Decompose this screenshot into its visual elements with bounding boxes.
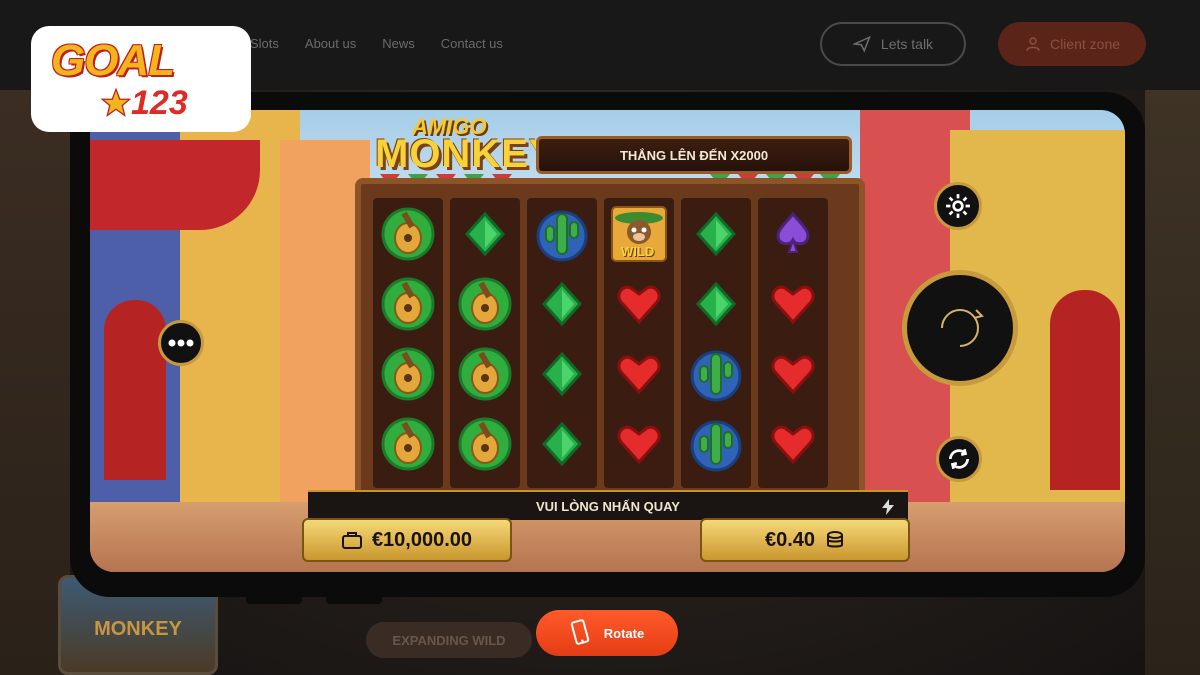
- reel-symbol-cactus: [688, 346, 744, 402]
- reel-symbol-cactus: [688, 416, 744, 472]
- logo-word: GOAL: [51, 36, 175, 85]
- phone-rotate-icon: [570, 619, 589, 645]
- rotate-label: Rotate: [603, 625, 645, 641]
- reel-frame: WILD: [355, 178, 865, 498]
- reel-symbol-heart-red: [765, 346, 821, 402]
- more-icon: [168, 339, 194, 347]
- wild-label: WILD: [621, 244, 655, 259]
- reel-symbol-heart-red: [611, 416, 667, 472]
- reel-symbol-spade-purple: [765, 206, 821, 262]
- lets-talk-button[interactable]: Lets talk: [820, 22, 966, 66]
- settings-button[interactable]: [934, 182, 982, 230]
- rotate-button[interactable]: Rotate: [536, 610, 678, 656]
- wallet-icon: [341, 532, 362, 549]
- coins-icon: [827, 531, 844, 548]
- nav-link-contact[interactable]: Contact us: [441, 36, 503, 51]
- client-zone-label: Client zone: [1049, 36, 1121, 52]
- reel-symbol-heart-red: [765, 276, 821, 332]
- reel-symbol-guitar: [457, 416, 513, 472]
- background-right: [1145, 90, 1200, 675]
- nav-link-news[interactable]: News: [382, 36, 415, 51]
- reel-symbol-diamond-green: [534, 416, 590, 472]
- user-icon: [1026, 37, 1040, 51]
- expanding-wild-tag: EXPANDING WILD: [366, 622, 532, 658]
- balance-display: €10,000.00: [302, 518, 512, 562]
- site-nav: Slots About us News Contact us: [250, 36, 503, 51]
- reel-symbol-diamond-green: [688, 206, 744, 262]
- goal123-logo: GOAL 123: [31, 26, 251, 132]
- spin-arrow-icon: [941, 309, 984, 347]
- gear-icon: [946, 194, 970, 218]
- reel-symbol-guitar: [380, 206, 436, 262]
- reel-symbol-guitar: [380, 416, 436, 472]
- spin-button[interactable]: [902, 270, 1018, 386]
- client-zone-button[interactable]: Client zone: [998, 22, 1146, 66]
- status-message: VUI LÒNG NHẤN QUAY: [308, 490, 908, 520]
- reel-symbol-heart-red: [611, 346, 667, 402]
- game-screen: AMIGO MONKEY THẮNG LÊN ĐẾN X2000 WILD VU…: [90, 110, 1125, 572]
- reel-symbol-diamond-green: [534, 346, 590, 402]
- send-icon: [852, 35, 871, 53]
- autoplay-icon: [948, 448, 970, 470]
- reel-symbol-guitar: [380, 346, 436, 402]
- reel-symbol-guitar: [380, 276, 436, 332]
- reel-symbol-cactus: [534, 206, 590, 262]
- reel-symbol-guitar: [457, 276, 513, 332]
- reel-symbol-diamond-green: [688, 276, 744, 332]
- reel-symbol-wild-monkey: WILD: [611, 206, 667, 262]
- reel-symbol-diamond-green: [457, 206, 513, 262]
- turbo-icon[interactable]: [882, 499, 894, 515]
- phone-frame: AMIGO MONKEY THẮNG LÊN ĐẾN X2000 WILD VU…: [70, 92, 1145, 597]
- reel-symbol-heart-red: [765, 416, 821, 472]
- status-text: VUI LÒNG NHẤN QUAY: [536, 498, 680, 514]
- thumbnail-title: MONKEY: [94, 618, 182, 640]
- autoplay-button[interactable]: [936, 436, 982, 482]
- reel-symbol-guitar: [457, 346, 513, 402]
- reel-symbol-diamond-green: [534, 276, 590, 332]
- reel-symbol-heart-red: [611, 276, 667, 332]
- bet-value: €0.40: [764, 528, 816, 551]
- nav-link-about[interactable]: About us: [305, 36, 356, 51]
- balance-value: €10,000.00: [371, 528, 473, 551]
- logo-number: 123: [131, 84, 188, 122]
- menu-button[interactable]: [158, 320, 204, 366]
- game-title-main: MONKEY: [375, 132, 557, 176]
- door-red-right: [1050, 290, 1120, 490]
- door-red-left: [104, 300, 166, 480]
- bet-selector[interactable]: €0.40: [700, 518, 910, 562]
- page: Slots About us News Contact us Lets talk…: [0, 0, 1200, 675]
- star-icon: [101, 88, 131, 117]
- nav-link-slots[interactable]: Slots: [250, 36, 279, 51]
- awning-red: [90, 140, 260, 230]
- max-win-banner: THẮNG LÊN ĐẾN X2000: [536, 136, 852, 174]
- lets-talk-label: Lets talk: [880, 36, 934, 52]
